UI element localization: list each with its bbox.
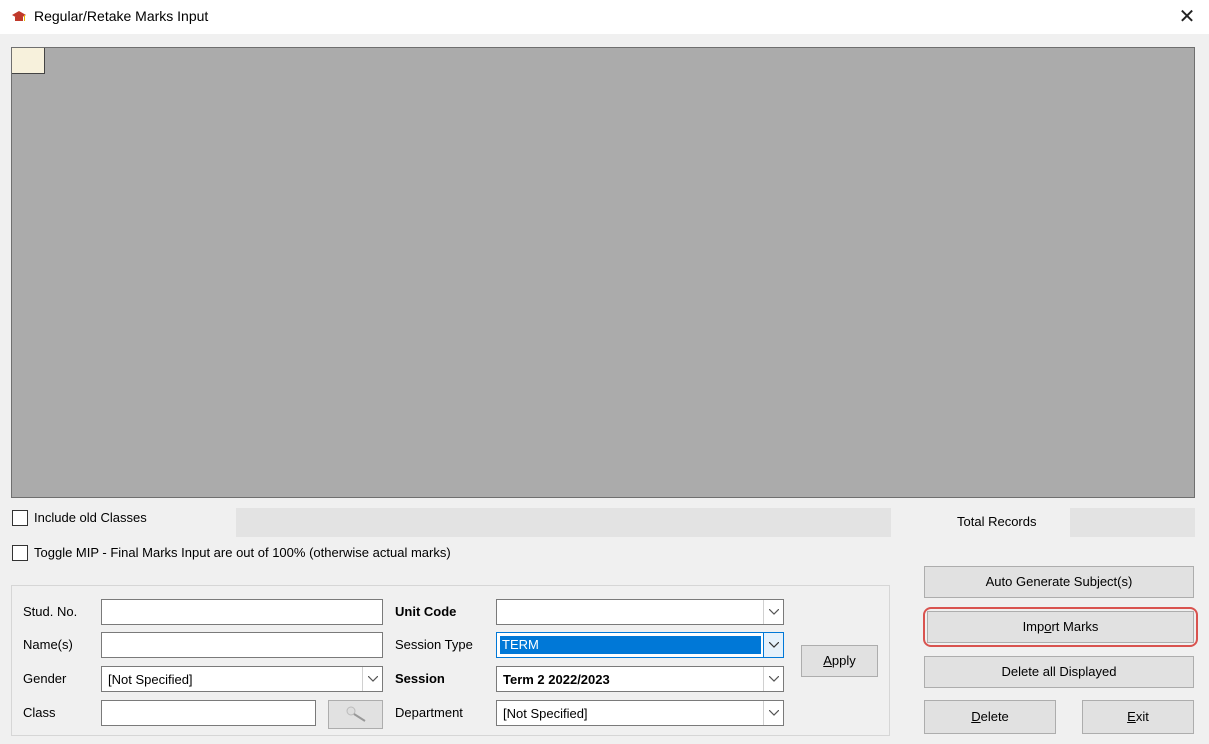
chevron-down-icon[interactable] (362, 667, 382, 691)
marks-grid[interactable] (11, 47, 1195, 498)
session-type-value: TERM (502, 637, 539, 652)
exit-label: xit (1135, 709, 1149, 724)
total-records-value (1070, 508, 1195, 537)
apply-button[interactable]: Apply (801, 645, 878, 677)
title-bar: Regular/Retake Marks Input ✕ (0, 0, 1209, 34)
delete-mnemonic: D (971, 709, 981, 724)
graduation-cap-icon (12, 10, 26, 24)
window-title: Regular/Retake Marks Input (34, 8, 209, 24)
department-select[interactable]: [Not Specified] (496, 700, 784, 726)
grid-corner-cell[interactable] (12, 48, 45, 74)
delete-label: elete (980, 709, 1009, 724)
class-label: Class (23, 705, 56, 720)
session-value: Term 2 2022/2023 (503, 672, 610, 687)
toggle-mip-label[interactable]: Toggle MIP - Final Marks Input are out o… (34, 545, 451, 560)
apply-label: pply (831, 653, 856, 668)
total-records-label: Total Records (957, 514, 1037, 529)
close-icon[interactable]: ✕ (1174, 4, 1200, 30)
chevron-down-icon[interactable] (763, 701, 783, 725)
unit-code-select[interactable] (496, 599, 784, 625)
delete-button[interactable]: Delete (924, 700, 1056, 734)
department-label: Department (395, 705, 463, 720)
magnifier-icon (346, 706, 366, 722)
include-old-classes-checkbox[interactable] (12, 510, 28, 526)
session-type-select[interactable]: TERM (496, 632, 784, 658)
gender-value: [Not Specified] (108, 672, 193, 687)
stud-no-label: Stud. No. (23, 604, 78, 619)
chevron-down-icon[interactable] (763, 600, 783, 624)
delete-all-displayed-button[interactable]: Delete all Displayed (924, 656, 1194, 688)
exit-mnemonic: E (1127, 709, 1136, 724)
class-input[interactable] (101, 700, 316, 726)
selection-highlight (500, 636, 761, 654)
names-input[interactable] (101, 632, 383, 658)
include-old-classes-label[interactable]: Include old Classes (34, 510, 147, 525)
import-highlight-outline (923, 607, 1198, 647)
unit-code-label: Unit Code (395, 604, 457, 619)
session-select[interactable]: Term 2 2022/2023 (496, 666, 784, 692)
chevron-down-icon[interactable] (763, 633, 783, 657)
auto-generate-subjects-button[interactable]: Auto Generate Subject(s) (924, 566, 1194, 598)
exit-button[interactable]: Exit (1082, 700, 1194, 734)
department-value: [Not Specified] (503, 706, 588, 721)
session-type-label: Session Type (395, 637, 473, 652)
chevron-down-icon[interactable] (763, 667, 783, 691)
gender-select[interactable]: [Not Specified] (101, 666, 383, 692)
gender-label: Gender (23, 671, 67, 686)
apply-mnemonic: A (823, 653, 832, 668)
stud-no-input[interactable] (101, 599, 383, 625)
class-search-button[interactable] (328, 700, 383, 729)
toggle-mip-checkbox[interactable] (12, 545, 28, 561)
status-bar (236, 508, 891, 537)
names-label: Name(s) (23, 637, 73, 652)
session-label: Session (395, 671, 445, 686)
